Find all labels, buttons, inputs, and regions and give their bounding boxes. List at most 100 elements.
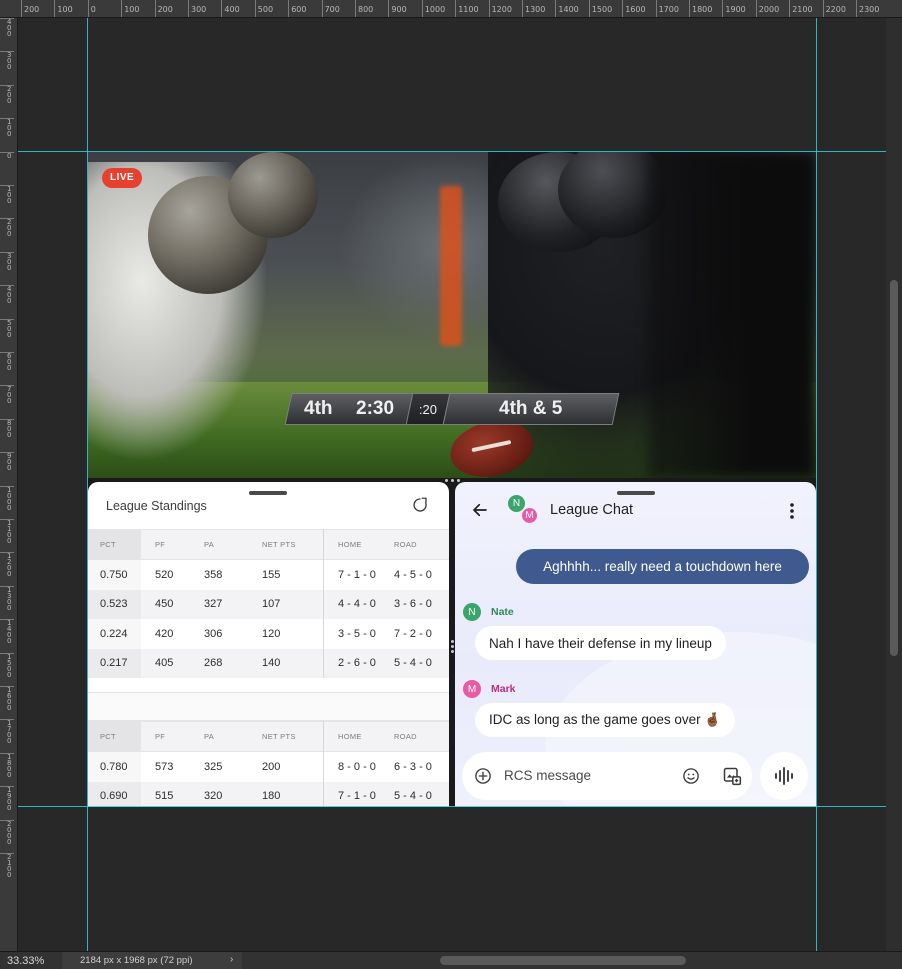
more-vert-icon[interactable]	[789, 502, 795, 520]
message-avatar-nate: N	[463, 603, 481, 621]
ruler-tick: 1800	[689, 0, 712, 17]
table-section-gap	[88, 692, 449, 721]
ruler-tick: 600	[0, 352, 14, 372]
column-header[interactable]: HOME	[338, 530, 362, 559]
table-cell: 405	[155, 657, 174, 670]
vertical-ruler[interactable]: 400 300 200 100 0 100 200 300 400 500 600 700 800 900…	[0, 18, 18, 951]
live-badge: LIVE	[102, 168, 143, 188]
game-clock: 2:30	[356, 398, 395, 419]
guide-horizontal-top[interactable]	[18, 151, 886, 152]
drag-handle[interactable]	[617, 491, 655, 495]
down-distance: 4th & 5	[499, 398, 563, 419]
column-header[interactable]: NET PTS	[262, 530, 296, 559]
ruler-tick: 1300	[522, 0, 545, 17]
ruler-tick: 1900	[722, 0, 746, 17]
table-row[interactable]: 0.523 450 327 107 4 - 4 - 0 3 - 6 - 0	[88, 589, 449, 620]
vertical-split-handle[interactable]	[450, 640, 454, 654]
add-attachment-icon[interactable]	[474, 767, 492, 785]
emoji-icon[interactable]	[682, 767, 700, 785]
ruler-tick: 1100	[455, 0, 479, 17]
ruler-tick: 800	[355, 0, 373, 17]
column-header[interactable]: ROAD	[394, 722, 417, 751]
pylon-blur	[440, 186, 462, 346]
ruler-tick: 1800	[0, 752, 14, 778]
ruler-tick: 1200	[488, 0, 512, 17]
compose-bar[interactable]: RCS message	[462, 752, 752, 800]
document-canvas[interactable]: LIVE 4th 2:30 :20 4th & 5 League Standin…	[88, 152, 816, 807]
ruler-tick: 2100	[0, 853, 14, 879]
table-row[interactable]: 0.690 515 320 180 7 - 1 - 0 5 - 4 - 0	[88, 781, 449, 807]
table-cell: 0.224	[88, 619, 141, 649]
table-cell: 200	[262, 760, 281, 773]
ruler-tick: 0	[0, 151, 14, 159]
table-row[interactable]: 0.750 520 358 155 7 - 1 - 0 4 - 5 - 0	[88, 560, 449, 590]
voice-message-button[interactable]	[760, 752, 808, 800]
ruler-tick: 1700	[655, 0, 679, 17]
game-video[interactable]: LIVE 4th 2:30 :20 4th & 5	[88, 152, 816, 478]
table-cell: 0.523	[88, 590, 141, 620]
column-divider	[323, 529, 324, 678]
outgoing-message[interactable]: Aghhhh... really need a touchdown here	[516, 549, 809, 584]
column-header[interactable]: PF	[155, 722, 165, 751]
horizontal-ruler[interactable]: 200 100 0 100 200 300 400 500 600 700 800 900 1000 11…	[0, 0, 902, 18]
vertical-scroll-thumb[interactable]	[890, 280, 898, 656]
table-cell: 7 - 1 - 0	[338, 568, 376, 581]
ruler-tick: 1300	[0, 585, 14, 611]
table-row[interactable]: 0.224 420 306 120 3 - 5 - 0 7 - 2 - 0	[88, 619, 449, 649]
down-distance-segment: 4th & 5	[442, 393, 620, 425]
ruler-tick: 1600	[622, 0, 646, 17]
table-cell: 0.780	[88, 752, 141, 782]
ruler-tick: 1400	[0, 619, 14, 645]
incoming-message[interactable]: IDC as long as the game goes over 🤞🏾	[475, 703, 736, 737]
standings-table-2: PCT PF PA NET PTS HOME ROAD 0.780 573 325 200 8 - …	[88, 721, 449, 807]
ruler-tick: 1500	[0, 652, 14, 678]
table-row[interactable]: 0.217 405 268 140 2 - 6 - 0 5 - 4 - 0	[88, 648, 449, 678]
table-cell: 306	[204, 627, 223, 640]
table-cell: 5 - 4 - 0	[394, 657, 432, 670]
table-row[interactable]: 0.780 573 325 200 8 - 0 - 0 6 - 3 - 0	[88, 752, 449, 782]
refresh-icon[interactable]	[411, 496, 429, 514]
message-input[interactable]: RCS message	[504, 768, 591, 783]
table-header: PCT PF PA NET PTS HOME ROAD	[88, 721, 449, 752]
table-cell: 450	[155, 598, 174, 611]
table-cell: 140	[262, 657, 281, 670]
table-cell: 515	[155, 790, 174, 803]
ruler-tick: 1200	[0, 552, 14, 578]
zoom-level[interactable]: 33.33%	[7, 955, 44, 967]
table-cell: 2 - 6 - 0	[338, 657, 376, 670]
guide-horizontal-bottom[interactable]	[18, 806, 886, 807]
column-header[interactable]: PCT	[88, 530, 141, 559]
ruler-tick: 200	[0, 84, 14, 104]
ruler-tick: 300	[188, 0, 206, 17]
column-header[interactable]: PCT	[88, 722, 141, 751]
guide-vertical-right[interactable]	[816, 18, 817, 951]
column-header[interactable]: ROAD	[394, 530, 417, 559]
column-header[interactable]: PF	[155, 530, 165, 559]
table-cell: 7 - 1 - 0	[338, 790, 376, 803]
ruler-tick: 200	[0, 218, 14, 238]
document-info-caret[interactable]: ›	[230, 954, 233, 965]
guide-vertical-left[interactable]	[87, 18, 88, 951]
ruler-tick: 600	[288, 0, 306, 17]
column-header[interactable]: HOME	[338, 722, 362, 751]
ruler-tick: 700	[0, 385, 14, 405]
column-header[interactable]: PA	[204, 530, 214, 559]
vertical-scrollbar[interactable]	[886, 18, 902, 951]
ruler-tick: 300	[0, 51, 14, 71]
column-header[interactable]: PA	[204, 722, 214, 751]
column-header[interactable]: NET PTS	[262, 722, 296, 751]
table-cell: 8 - 0 - 0	[338, 760, 376, 773]
avatar-mark: M	[521, 507, 538, 524]
ruler-tick: 1500	[588, 0, 612, 17]
back-arrow-icon[interactable]	[471, 501, 489, 519]
gallery-icon[interactable]	[722, 766, 742, 786]
chat-title[interactable]: League Chat	[550, 502, 633, 518]
document-info[interactable]: 2184 px x 1968 px (72 ppi)	[62, 952, 242, 969]
ruler-tick: 2100	[789, 0, 813, 17]
horizontal-scroll-thumb[interactable]	[440, 956, 686, 965]
ruler-tick: 2200	[822, 0, 846, 17]
incoming-message[interactable]: Nah I have their defense in my lineup	[475, 626, 726, 660]
table-cell: 327	[204, 598, 223, 611]
drag-handle[interactable]	[249, 491, 287, 495]
ruler-tick: 0	[87, 0, 96, 17]
